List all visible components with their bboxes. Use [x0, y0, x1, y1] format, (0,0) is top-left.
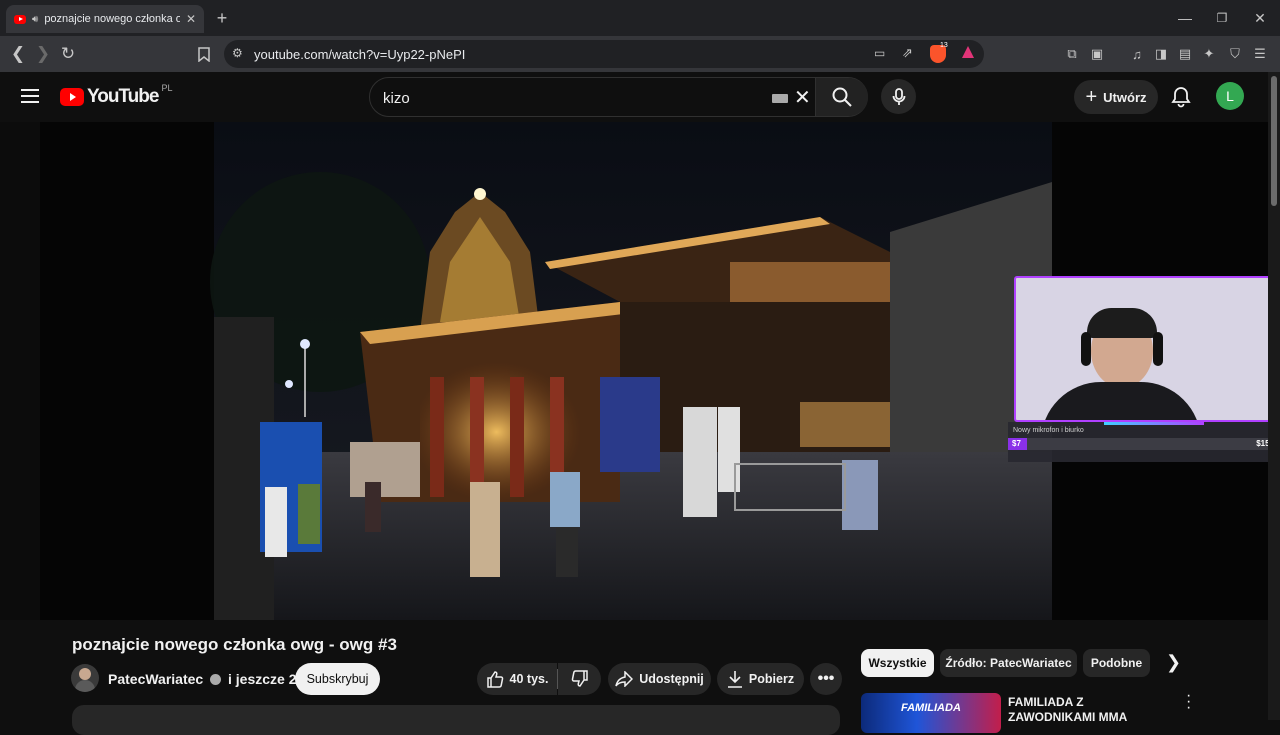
chip-related[interactable]: Podobne: [1083, 649, 1150, 677]
close-window-button[interactable]: ✕: [1250, 8, 1270, 28]
microphone-icon: [892, 87, 905, 105]
goal-accent-line: [1104, 422, 1204, 425]
extensions-icon[interactable]: ⧉: [1062, 44, 1082, 64]
download-label: Pobierz: [748, 672, 795, 686]
dislike-button[interactable]: [558, 663, 601, 695]
back-button[interactable]: ❮: [8, 44, 28, 64]
chips-next-icon[interactable]: ❯: [1166, 652, 1181, 673]
download-icon: [727, 671, 742, 688]
webcam-streamer: [1041, 308, 1201, 420]
video-title: poznajcie nowego członka owg - owg #3: [72, 635, 397, 654]
sidebar-icon[interactable]: ◨: [1151, 44, 1171, 64]
media-icon[interactable]: ♫: [1127, 44, 1147, 64]
browser-tab-strip: 🔊︎ poznajcie nowego członka owg ✕ + — ❐ …: [0, 0, 1280, 36]
plus-icon: +: [1085, 85, 1098, 108]
chip-all[interactable]: Wszystkie: [861, 649, 934, 677]
keyboard-icon[interactable]: [772, 94, 788, 103]
more-horizontal-icon: •••: [817, 670, 835, 687]
site-settings-icon[interactable]: ⚙: [232, 46, 243, 60]
share-label: Udostępnij: [639, 672, 704, 686]
description-box[interactable]: [72, 705, 840, 735]
goal-progress-track: $7 $150: [1008, 438, 1268, 450]
reader-icon[interactable]: ▣: [1087, 44, 1107, 64]
like-count: 40 tys.: [509, 672, 549, 686]
chip-source-channel[interactable]: Źródło: PatecWariatec: [940, 649, 1077, 677]
search-button[interactable]: [816, 78, 868, 116]
collab-suffix: i jeszcze 2: [227, 671, 297, 687]
goal-target: $150: [1256, 439, 1268, 448]
maximize-button[interactable]: ❐: [1212, 8, 1232, 28]
recommended-title[interactable]: FAMILIADA Z ZAWODNIKAMI MMA: [1008, 695, 1168, 725]
clear-search-icon[interactable]: ✕: [794, 85, 811, 110]
audio-playing-icon[interactable]: 🔊︎: [32, 14, 38, 25]
subscribe-button[interactable]: Subskrybuj: [295, 663, 380, 695]
forward-button[interactable]: ❯: [33, 44, 53, 64]
leo-ai-icon[interactable]: ✦: [1199, 44, 1219, 64]
minimize-button[interactable]: —: [1175, 8, 1195, 28]
youtube-favicon-icon: [14, 14, 26, 24]
search-icon: [832, 87, 852, 107]
thumbs-down-icon: [571, 670, 588, 687]
address-bar[interactable]: ⚙ youtube.com/watch?v=Uyp22-pNePI ▭ ⇗ 13: [224, 40, 984, 68]
close-tab-icon[interactable]: ✕: [186, 12, 196, 26]
like-button[interactable]: 40 tys.: [477, 663, 557, 695]
wallet-icon[interactable]: ▤: [1175, 44, 1195, 64]
recommended-thumbnail[interactable]: FAMILIADA: [861, 693, 1001, 733]
brave-badge: 13: [940, 42, 948, 49]
stream-goal-bar: Nowy mikrofon i biurko $7 $150: [1008, 422, 1268, 462]
youtube-logo[interactable]: YouTube PL: [60, 83, 173, 108]
create-button[interactable]: + Utwórz: [1074, 80, 1158, 114]
thumbnail-text: FAMILIADA: [901, 702, 961, 714]
thumbs-up-icon: [486, 671, 503, 688]
browser-toolbar: ❮ ❯ ↻ ⚙ youtube.com/watch?v=Uyp22-pNePI …: [0, 36, 1280, 72]
video-player[interactable]: Nowy mikrofon i biurko $7 $150: [0, 122, 1268, 620]
region-code: PL: [161, 83, 173, 93]
bookmark-icon[interactable]: [194, 44, 214, 64]
recommended-more-icon[interactable]: · · ·: [1186, 688, 1192, 716]
hamburger-menu-icon[interactable]: [21, 88, 39, 104]
verified-icon: [210, 674, 222, 685]
share-arrow-icon: [615, 671, 634, 687]
streamer-overlay: [1014, 276, 1268, 422]
vpn-icon[interactable]: ⛉: [1225, 44, 1245, 64]
channel-name-text: PatecWariatec: [108, 671, 204, 687]
account-avatar[interactable]: L: [1216, 82, 1244, 110]
reload-button[interactable]: ↻: [58, 44, 78, 64]
youtube-header: YouTube PL kizo ✕ + Utwórz L: [0, 72, 1268, 122]
new-tab-button[interactable]: +: [212, 8, 232, 28]
youtube-wordmark: YouTube: [87, 86, 159, 107]
create-label: Utwórz: [1103, 89, 1147, 105]
channel-avatar[interactable]: [71, 664, 99, 692]
browser-tab[interactable]: 🔊︎ poznajcie nowego członka owg ✕: [6, 5, 204, 33]
voice-search-button[interactable]: [881, 79, 916, 114]
notifications-icon[interactable]: [1171, 86, 1191, 108]
goal-text: Nowy mikrofon i biurko: [1013, 427, 1084, 434]
download-button[interactable]: Pobierz: [717, 663, 804, 695]
search-input[interactable]: kizo: [383, 90, 410, 107]
tab-title: poznajcie nowego członka owg: [44, 13, 180, 25]
brave-rewards-icon[interactable]: [962, 46, 974, 58]
channel-name[interactable]: PatecWariatec i jeszcze 2: [108, 671, 296, 687]
more-actions-button[interactable]: •••: [810, 663, 842, 695]
goal-current: $7: [1012, 439, 1021, 448]
search-box[interactable]: kizo ✕: [369, 77, 868, 117]
share-button[interactable]: Udostępnij: [608, 663, 711, 695]
scrollbar-thumb[interactable]: [1271, 76, 1277, 206]
cast-icon[interactable]: ▭: [874, 46, 885, 60]
menu-icon[interactable]: ☰: [1250, 44, 1270, 64]
youtube-play-icon: [60, 88, 84, 106]
url-text: youtube.com/watch?v=Uyp22-pNePI: [254, 46, 466, 62]
share-icon[interactable]: ⇗: [902, 45, 913, 61]
